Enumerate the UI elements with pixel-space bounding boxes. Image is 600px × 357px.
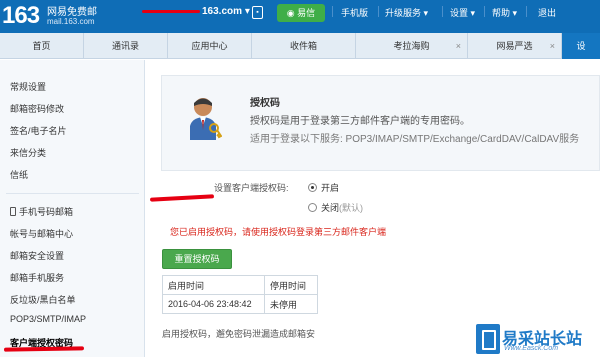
logo-name[interactable]: 网易免费邮 [47, 3, 97, 18]
tab-label: 收件箱 [289, 41, 317, 51]
account-domain: 163.com [202, 6, 243, 17]
account-name[interactable]: 163.com ▾ [142, 6, 250, 17]
logo-domain[interactable]: mail.163.com [47, 17, 95, 26]
close-icon[interactable]: × [550, 33, 555, 59]
yixin-icon: ◉ [286, 8, 295, 18]
help-menu[interactable]: 帮助 ▾ [492, 6, 517, 19]
upgrade-service-menu[interactable]: 升级服务 ▾ [385, 6, 428, 19]
tab-label: 应用中心 [191, 41, 228, 51]
table-cell: 2016-04-06 23:48:42 [162, 294, 265, 314]
info-title: 授权码 [250, 98, 280, 109]
chevron-down-icon: ▾ [244, 6, 250, 17]
radio-enable[interactable]: 开启 [308, 181, 339, 194]
status-notice: 您已启用授权码，请使用授权码登录第三方邮件客户端 [170, 227, 387, 237]
sidebar-item-phone-mail[interactable]: 手机号码邮箱 [10, 205, 73, 218]
top-divider [378, 6, 379, 17]
table-cell: 未停用 [264, 294, 318, 314]
radio-note: (默认) [339, 203, 364, 213]
auth-setting-label: 设置客户端授权码: [214, 183, 289, 193]
yixin-button[interactable]: ◉ 易信 [277, 4, 325, 22]
sidebar-item-stationery[interactable]: 信纸 [10, 168, 28, 181]
sidebar-item-pop3[interactable]: POP3/SMTP/IMAP [10, 314, 86, 324]
sidebar-item-security[interactable]: 邮箱安全设置 [10, 249, 64, 262]
tab-yanxuan[interactable]: 网易严选 × [468, 33, 562, 59]
sidebar-item-account-center[interactable]: 帐号与邮箱中心 [10, 227, 73, 240]
tab-contacts[interactable]: 通讯录 [84, 33, 168, 59]
tab-label: 网易严选 [496, 41, 533, 51]
watermark-url: Www.Easck.Com [504, 345, 559, 352]
user-key-icon [190, 98, 222, 140]
top-divider [526, 6, 527, 17]
sidebar-item-label: 手机号码邮箱 [19, 207, 74, 217]
phone-icon [10, 207, 16, 216]
logout-link[interactable]: 退出 [538, 6, 556, 19]
info-panel: 授权码 授权码是用于登录第三方邮件客户端的专用密码。 适用于登录以下服务: PO… [161, 75, 600, 171]
reset-auth-code-button[interactable]: 重置授权码 [162, 249, 232, 269]
radio-unchecked-icon [308, 203, 317, 212]
table-row: 2016-04-06 23:48:42 未停用 [162, 294, 318, 314]
watermark: 易采站长站 Www.Easck.Com [474, 322, 600, 357]
table-header: 启用时间 [162, 275, 265, 295]
table-header-row: 启用时间 停用时间 [162, 275, 318, 295]
sidebar-divider [6, 193, 139, 194]
close-icon[interactable]: × [456, 33, 461, 59]
settings-menu[interactable]: 设置 ▾ [450, 6, 475, 19]
tab-label: 通讯录 [111, 41, 139, 51]
info-description: 授权码是用于登录第三方邮件客户端的专用密码。 [250, 116, 470, 127]
tab-inbox[interactable]: 收件箱 [252, 33, 356, 59]
info-services: 适用于登录以下服务: POP3/IMAP/SMTP/Exchange/CardD… [250, 134, 580, 145]
sidebar-item-password[interactable]: 邮箱密码修改 [10, 102, 64, 115]
footer-note: 启用授权码，邂免密码泄漏造成邮箱安 [162, 329, 316, 339]
radio-disable[interactable]: 关闭(默认) [308, 201, 363, 214]
tab-app-center[interactable]: 应用中心 [168, 33, 252, 59]
radio-label: 关闭 [321, 203, 340, 213]
sidebar-item-mobile-service[interactable]: 邮箱手机服务 [10, 271, 64, 284]
radio-label: 开启 [321, 183, 340, 193]
top-divider [442, 6, 443, 17]
yixin-label: 易信 [297, 8, 316, 18]
tab-home[interactable]: 首页 [0, 33, 84, 59]
tab-label: 设 [576, 41, 586, 51]
radio-checked-icon [308, 183, 317, 192]
sidebar-item-signature[interactable]: 签名/电子名片 [10, 124, 67, 137]
tab-kaola[interactable]: 考拉海购 × [356, 33, 468, 59]
sidebar-item-antispam[interactable]: 反垃圾/黑白名单 [10, 293, 76, 306]
top-divider [332, 6, 333, 17]
redaction-mark [142, 9, 200, 13]
logo-number[interactable]: 163 [2, 2, 40, 30]
sidebar-item-mail-filter[interactable]: 来信分类 [10, 146, 46, 159]
sidebar-item-general[interactable]: 常规设置 [10, 80, 46, 93]
tab-bar: 首页 通讯录 应用中心 收件箱 考拉海购 × 网易严选 × 设 [0, 33, 600, 59]
top-divider [484, 6, 485, 17]
tab-settings[interactable]: 设 [562, 33, 600, 59]
watermark-logo-icon [476, 324, 500, 354]
auth-history-table: 启用时间 停用时间 2016-04-06 23:48:42 未停用 [162, 275, 318, 314]
tab-label: 首页 [32, 41, 51, 51]
phone-icon[interactable]: ▪ [252, 6, 263, 19]
tab-label: 考拉海购 [393, 41, 430, 51]
mobile-version-link[interactable]: 手机版 [341, 6, 368, 19]
table-header: 停用时间 [264, 275, 318, 295]
top-bar: 163 网易免费邮 mail.163.com 163.com ▾ ▪ ◉ 易信 … [0, 0, 600, 33]
